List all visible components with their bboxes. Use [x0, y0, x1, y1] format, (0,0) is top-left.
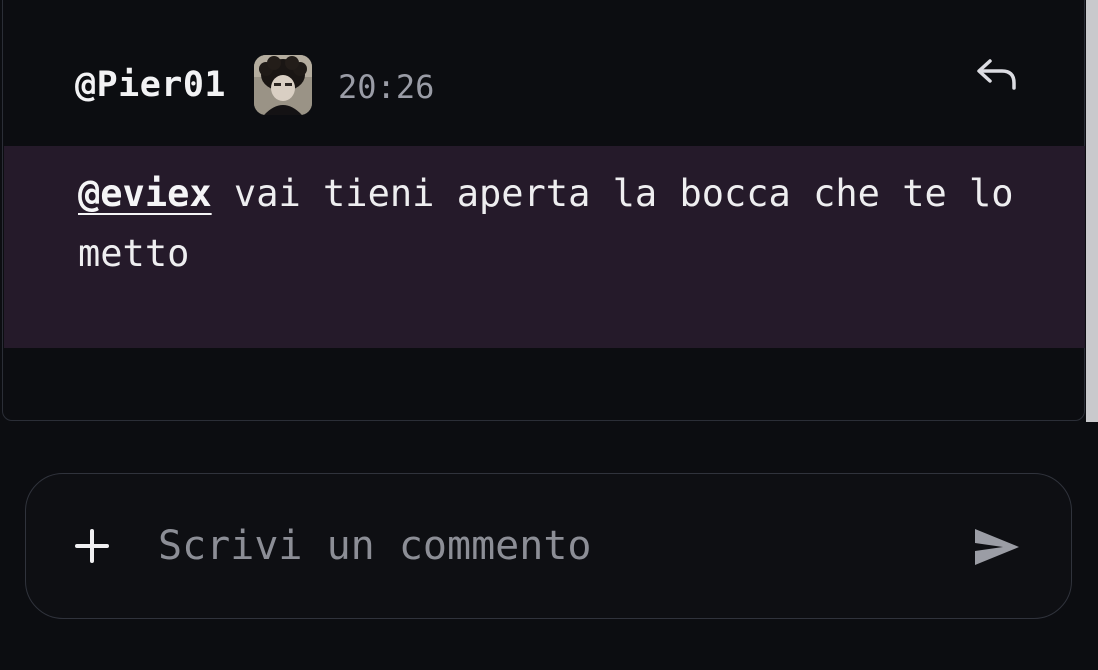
send-button[interactable]	[971, 524, 1023, 570]
plus-icon	[75, 529, 109, 563]
add-attachment-button[interactable]	[72, 526, 112, 566]
comment-author[interactable]: @Pier01	[75, 65, 226, 105]
comment-text: @eviex vai tieni aperta la bocca che te …	[78, 164, 1018, 284]
comment-timestamp: 20:26	[338, 68, 435, 106]
reply-icon	[977, 59, 1016, 90]
reply-button[interactable]	[972, 55, 1020, 95]
comment-body: @eviex vai tieni aperta la bocca che te …	[4, 146, 1085, 348]
avatar[interactable]	[254, 55, 313, 115]
send-icon	[975, 529, 1019, 565]
comment-input[interactable]	[158, 512, 938, 580]
user-mention[interactable]: @eviex	[78, 172, 212, 215]
scrollbar[interactable]	[1086, 0, 1098, 422]
comment-message: vai tieni aperta la bocca che te lo mett…	[78, 172, 1014, 275]
page: @Pier01 20:26 @eviex vai tieni aperta la…	[0, 0, 1098, 670]
comment-composer	[25, 473, 1072, 619]
avatar-image	[254, 55, 313, 115]
comment-header: @Pier01 20:26	[75, 52, 434, 118]
